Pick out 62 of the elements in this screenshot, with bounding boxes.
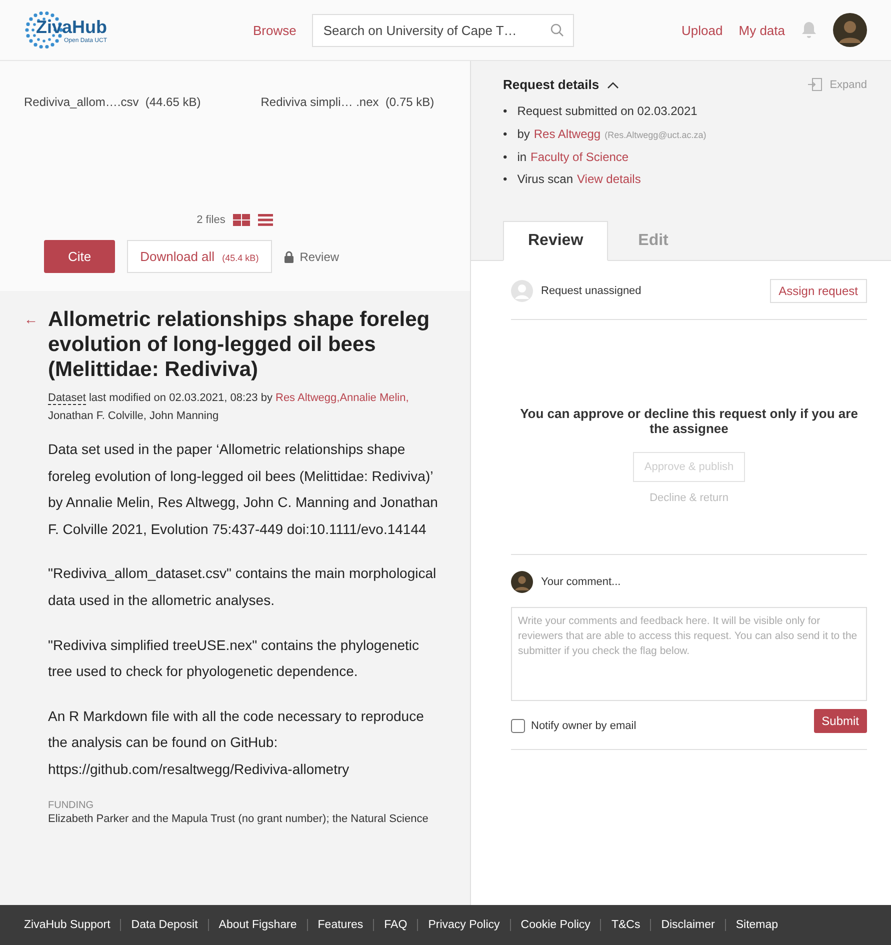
- footer-link[interactable]: Features: [318, 919, 364, 931]
- comment-label: Your comment...: [541, 576, 621, 588]
- detail-label: by: [517, 126, 530, 143]
- avatar-icon: [511, 571, 533, 594]
- item-metadata: Dataset last modified on 02.03.2021, 08:23 by Res Altwegg,Annalie Melin, Jonathan F. Colville, John Manning: [48, 390, 410, 424]
- back-arrow-link[interactable]: ←: [24, 311, 38, 383]
- user-silhouette-icon: [511, 280, 533, 302]
- comment-field[interactable]: Write your comments and feedback here. It will be visible only for reviewers that are able to access this request. You can also send it to the submitter if you check the flag below.: [511, 607, 867, 702]
- description-paragraph: An R Markdown file with all the code necessary to reproduce the analysis can be found on GitHub: https://github.com/resaltwegg/Rediviva-allometry: [48, 706, 425, 779]
- footer-link[interactable]: Data Deposit: [131, 919, 198, 931]
- detail-link[interactable]: Res Altwegg: [534, 122, 601, 146]
- footer-link[interactable]: Privacy Policy: [428, 919, 500, 931]
- author-link[interactable]: Res Altwegg,: [276, 392, 340, 404]
- footer-link[interactable]: ZivaHub Support: [24, 919, 110, 931]
- funding-text: Elizabeth Parker and the Mapula Trust (no grant number); the Natural Science: [48, 813, 430, 826]
- bullet: •: [503, 148, 508, 166]
- assignee-notice: You can approve or decline this request only if you are the assignee: [519, 406, 859, 436]
- search-field[interactable]: Search on University of Cape T…: [312, 14, 574, 46]
- footer-link[interactable]: FAQ: [384, 919, 408, 931]
- bullet: •: [503, 171, 508, 188]
- footer-link[interactable]: Sitemap: [736, 919, 778, 931]
- list-view-icon[interactable]: [258, 214, 274, 226]
- footer-link[interactable]: T&Cs: [611, 919, 640, 931]
- search-icon: [550, 23, 564, 37]
- footer-link[interactable]: About Figshare: [218, 919, 297, 931]
- detail-label: in: [517, 148, 527, 166]
- tab[interactable]: Review: [503, 221, 608, 262]
- download-all-button[interactable]: Download all (45.4 kB): [127, 240, 272, 273]
- bullet: •: [503, 103, 508, 120]
- file-item[interactable]: Rediviva simpli… .nex (0.75 kB): [260, 95, 434, 109]
- item-title: Allometric relationships shape foreleg evolution of long-legged oil bees (Melittidae: Rediviva): [48, 307, 431, 383]
- notify-checkbox[interactable]: [511, 719, 525, 734]
- file-item[interactable]: Rediviva_allom….csv (44.65 kB): [24, 95, 201, 109]
- email-note: (Res.Altwegg@uct.ac.za): [604, 128, 706, 142]
- description-paragraph: Data set used in the paper ‘Allometric relationships shape foreleg evolution of long-legged oil bees (Melittidae: Rediviva)’ by Annalie Melin, Res Altwegg, John C. Manning and Jonathan F. Colville 2021, Evolution 75:437-449 doi:10.1111/evo.14144: [48, 440, 439, 539]
- header-link[interactable]: Upload: [682, 22, 723, 38]
- footer-link[interactable]: Cookie Policy: [520, 919, 590, 931]
- grid-view-icon[interactable]: [233, 214, 250, 226]
- request-details-heading[interactable]: Request details: [503, 77, 600, 92]
- header-link[interactable]: My data: [738, 22, 785, 38]
- file-count: 2 files: [196, 214, 226, 226]
- request-detail: Request submitted on 02.03.2021: [517, 103, 698, 120]
- funding-heading: FUNDING: [48, 800, 95, 812]
- lock-icon: [284, 250, 294, 262]
- author-link[interactable]: Annalie Melin,: [340, 392, 409, 404]
- detail-link[interactable]: View details: [577, 168, 641, 192]
- cite-button[interactable]: Cite: [44, 240, 116, 273]
- logo-wordmark[interactable]: ZivaHub: [36, 16, 108, 38]
- footer-link[interactable]: Disclaimer: [661, 919, 715, 931]
- detail-link[interactable]: Faculty of Science: [530, 146, 629, 168]
- submit-button[interactable]: Submit: [814, 709, 867, 734]
- assignee-status: Request unassigned: [541, 285, 642, 298]
- description-paragraph: "Rediviva simplified treeUSE.nex" contains the phylogenetic tree used to check for phyologenetic dependence.: [48, 636, 420, 682]
- detail-label: Virus scan: [517, 171, 574, 188]
- bullet: •: [503, 126, 508, 143]
- avatar-icon[interactable]: [833, 13, 867, 47]
- chevron-up-icon[interactable]: [607, 80, 620, 88]
- description-paragraph: "Rediviva_allom_dataset.csv" contains the main morphological data used in the allometric analyses.: [48, 564, 438, 610]
- browse-link[interactable]: Browse: [253, 22, 296, 38]
- review-label: Review: [300, 250, 340, 264]
- notify-label: Notify owner by email: [531, 720, 636, 732]
- assign-request-button[interactable]: Assign request: [770, 279, 867, 304]
